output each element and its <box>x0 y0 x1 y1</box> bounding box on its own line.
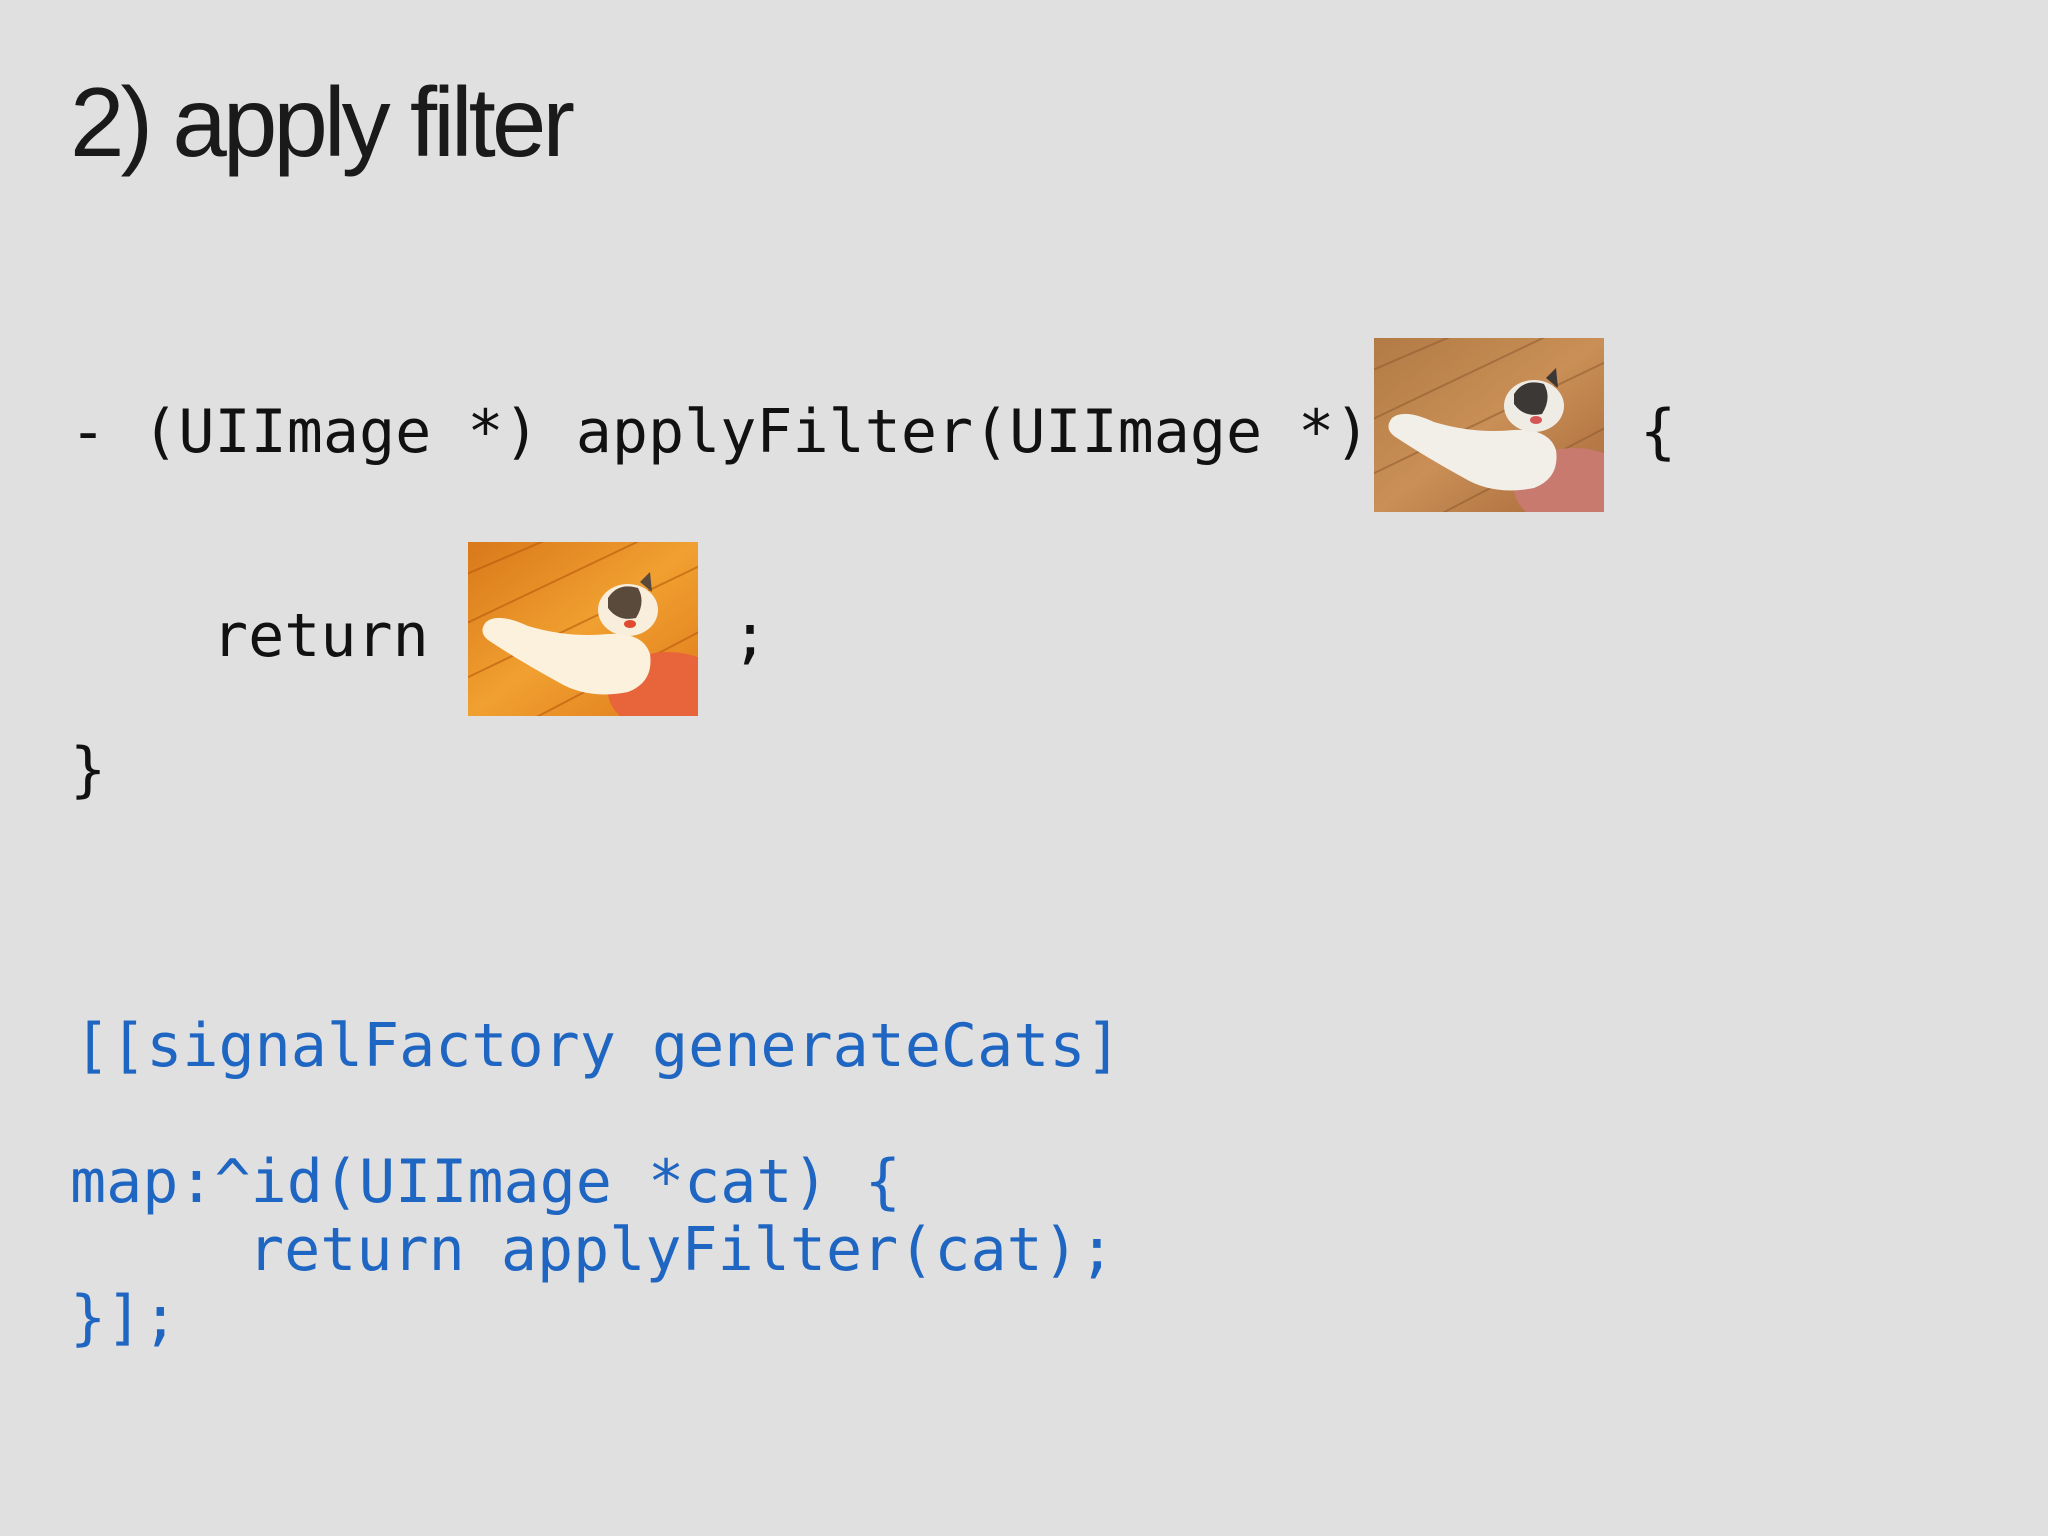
code-closing-line: }]; <box>70 1283 179 1353</box>
code-return-apply-line: return applyFilter(cat); <box>248 1215 1115 1285</box>
code-close-brace: } <box>70 735 107 805</box>
code-map-line: map:^id(UIImage *cat) { <box>70 1147 901 1217</box>
code-signal-factory-line: [[signalFactory generateCats] <box>74 1011 1122 1081</box>
output-cat-image <box>468 542 698 716</box>
code-open-brace: { <box>1640 397 1677 467</box>
input-cat-image <box>1374 338 1604 512</box>
code-semicolon: ; <box>732 601 769 671</box>
code-line-return: return <box>212 601 429 671</box>
slide-title: 2) apply filter <box>70 67 575 177</box>
code-line-signature: - (UIImage *) applyFilter(UIImage *) <box>70 397 1371 467</box>
